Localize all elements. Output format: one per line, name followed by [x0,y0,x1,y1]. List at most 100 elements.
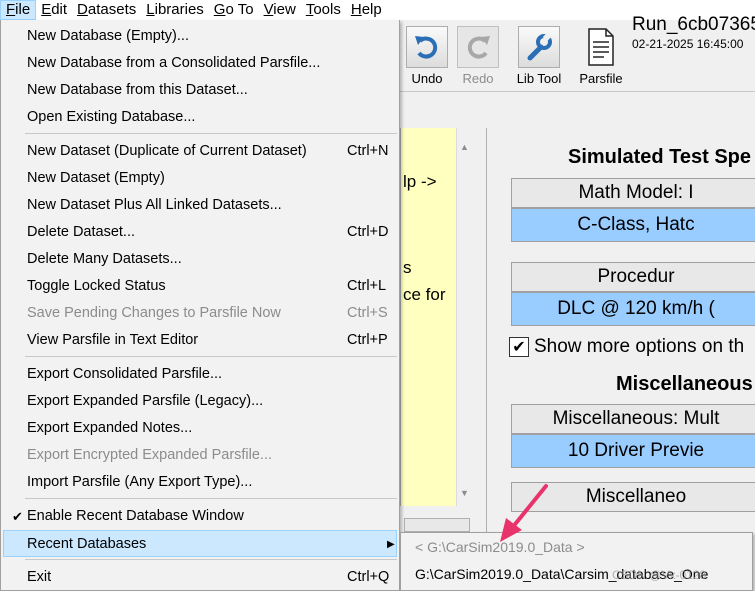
math-model-link[interactable]: C-Class, Hatc [511,208,755,242]
parsfile-label: Parsfile [579,71,623,86]
menu-item-label: Import Parsfile (Any Export Type)... [27,474,253,490]
undo-label: Undo [411,71,443,86]
menu-item-shortcut: Ctrl+D [347,224,389,240]
menu-item-exit[interactable]: Exit Ctrl+Q [3,564,397,591]
menu-item-enable-recent-window[interactable]: ✔ Enable Recent Database Window [3,503,397,530]
checkmark-icon: ✔ [509,337,529,357]
menu-edit-rest: dit [51,1,68,18]
redo-icon [457,26,499,68]
menu-item-label: New Dataset (Duplicate of Current Datase… [27,143,307,159]
menu-goto-rest: o To [225,1,254,18]
menu-item-shortcut: Ctrl+S [347,305,388,321]
help-text-1: lp -> [403,172,437,191]
menu-datasets-key: D [77,1,88,18]
menu-separator [25,559,397,560]
menu-goto-key: G [213,1,226,18]
file-menu-dropdown: New Database (Empty)... New Database fro… [0,20,400,591]
menu-item-label: Delete Many Datasets... [27,251,182,267]
menu-item-new-database-dataset[interactable]: New Database from this Dataset... [3,77,397,104]
menu-edit-key: E [41,1,52,18]
menu-item-label: Export Consolidated Parsfile... [27,366,223,382]
redo-button[interactable]: Redo [454,26,502,88]
menu-item-delete-many[interactable]: Delete Many Datasets... [3,246,397,273]
wrench-icon [518,26,560,68]
menu-item-export-expanded[interactable]: Export Expanded Parsfile (Legacy)... [3,388,397,415]
menu-goto[interactable]: Go To [209,0,259,20]
recent-databases-submenu: < G:\CarSim2019.0_Data > G:\CarSim2019.0… [400,532,753,591]
menu-item-open-existing[interactable]: Open Existing Database... [3,104,397,131]
menu-item-shortcut: Ctrl+N [347,143,389,159]
menu-datasets[interactable]: Datasets [72,0,141,20]
show-more-options-checkbox[interactable]: ✔ Show more options on th [509,336,744,358]
help-text-3: ce for [403,285,446,304]
menu-file-rest: ile [15,1,31,18]
menu-tools[interactable]: Tools [301,0,346,20]
menu-libraries-key: L [146,1,155,18]
menu-separator [25,498,397,499]
menu-item-label: New Database from a Consolidated Parsfil… [27,55,321,71]
menu-libraries[interactable]: Libraries [141,0,209,20]
submenu-arrow-icon: ▶ [387,539,395,550]
menu-item-label: Save Pending Changes to Parsfile Now [27,305,281,321]
help-text-2: s [403,258,412,277]
parsfile-button[interactable]: Parsfile [577,26,625,88]
menu-separator [25,133,397,134]
menu-item-shortcut: Ctrl+Q [347,569,390,585]
menu-item-shortcut: Ctrl+L [347,278,387,294]
menu-file[interactable]: File [0,0,37,20]
menu-item-label: Delete Dataset... [27,224,135,240]
menu-item-label: Recent Databases [27,536,147,552]
menu-help-key: H [350,1,362,18]
menu-tools-rest: ools [313,1,341,18]
menu-item-label: New Dataset (Empty) [27,170,165,186]
menu-item-new-database-consolidated[interactable]: New Database from a Consolidated Parsfil… [3,50,397,77]
watermark: CSDN @Vx-0128 [612,568,707,582]
menu-item-recent-databases[interactable]: Recent Databases ▶ [3,530,397,557]
menu-item-label: Exit [27,569,52,585]
menu-item-label: Export Expanded Parsfile (Legacy)... [27,393,264,409]
menu-item-label: Toggle Locked Status [27,278,166,294]
menu-help[interactable]: Help [346,0,387,20]
menu-item-view-parsfile[interactable]: View Parsfile in Text Editor Ctrl+P [3,327,397,354]
menu-item-label: Open Existing Database... [27,109,196,125]
undo-icon [406,26,448,68]
undo-button[interactable]: Undo [403,26,451,88]
menu-item-new-dataset-duplicate[interactable]: New Dataset (Duplicate of Current Datase… [3,138,397,165]
menu-file-key: F [6,1,16,18]
menu-item-delete-dataset[interactable]: Delete Dataset... Ctrl+D [3,219,397,246]
scroll-thumb[interactable] [404,518,470,532]
run-date: 02-21-2025 16:45:00 [632,37,744,51]
vertical-scrollbar[interactable]: ▲ ▼ [456,128,472,506]
menu-item-label: View Parsfile in Text Editor [27,332,199,348]
menu-item-new-database-empty[interactable]: New Database (Empty)... [3,23,397,50]
run-name: Run_6cb07365 [632,14,755,35]
procedure-link[interactable]: DLC @ 120 km/h ( [511,292,755,326]
menu-item-label: Export Encrypted Expanded Parsfile... [27,447,273,463]
scroll-down-icon[interactable]: ▼ [460,488,469,498]
annotation-arrow-icon [500,484,548,542]
show-more-label: Show more options on th [534,336,745,357]
menu-datasets-rest: atasets [87,1,137,18]
misc-link[interactable]: 10 Driver Previe [511,434,755,468]
menu-view[interactable]: View [259,0,301,20]
menu-item-label: New Dataset Plus All Linked Datasets... [27,197,282,213]
help-panel: lp -> s ce for [400,128,456,506]
menu-libraries-rest: ibraries [154,1,204,18]
menu-item-new-dataset-linked[interactable]: New Dataset Plus All Linked Datasets... [3,192,397,219]
lib-tool-button[interactable]: Lib Tool [515,26,563,88]
menu-item-export-consolidated[interactable]: Export Consolidated Parsfile... [3,361,397,388]
menu-item-label: Export Expanded Notes... [27,420,193,436]
menu-item-export-notes[interactable]: Export Expanded Notes... [3,415,397,442]
menu-item-import-parsfile[interactable]: Import Parsfile (Any Export Type)... [3,469,397,496]
menu-item-label: New Database from this Dataset... [27,82,248,98]
misc-label: Miscellaneous: Mult [511,404,755,434]
menu-item-label: Enable Recent Database Window [27,508,244,524]
lib-tool-label: Lib Tool [516,71,562,86]
menu-item-new-dataset-empty[interactable]: New Dataset (Empty) [3,165,397,192]
menu-edit[interactable]: Edit [36,0,72,20]
menu-item-label: New Database (Empty)... [27,28,189,44]
menu-item-toggle-locked[interactable]: Toggle Locked Status Ctrl+L [3,273,397,300]
procedure-label: Procedur [511,262,755,292]
scroll-up-icon[interactable]: ▲ [460,142,469,152]
menu-help-rest: elp [361,1,382,18]
